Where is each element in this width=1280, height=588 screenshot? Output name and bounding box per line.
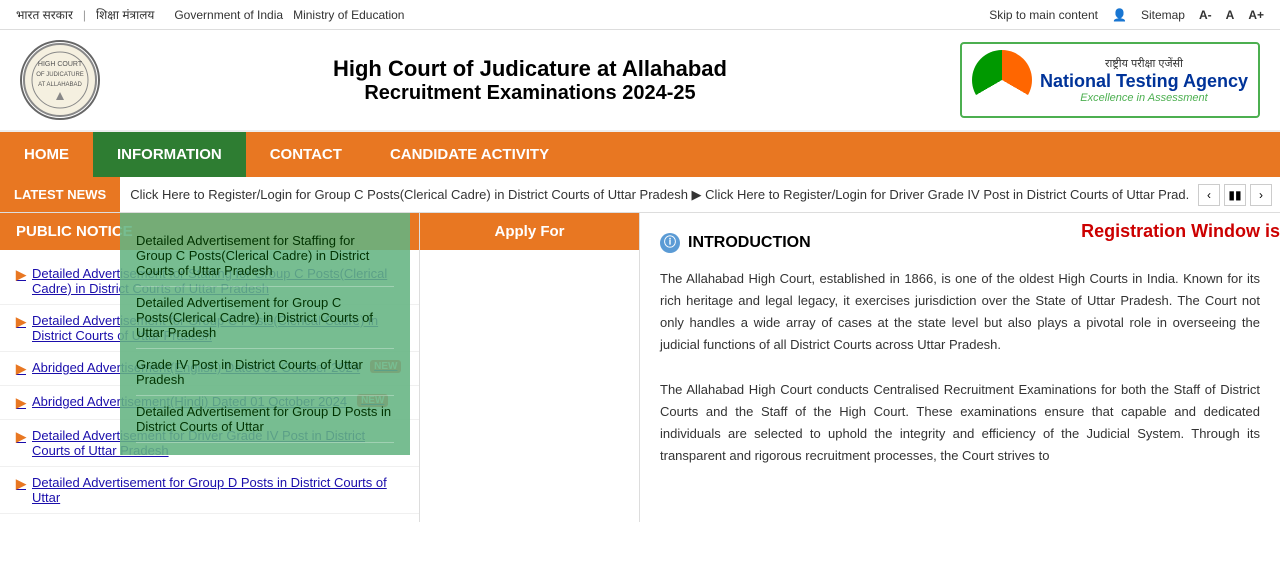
dropdown-item-1[interactable]: Detailed Advertisement for Group C Posts… xyxy=(136,287,394,349)
arrow-icon-2: ▶ xyxy=(16,361,26,377)
ticker-bar: LATEST NEWS Click Here to Register/Login… xyxy=(0,177,1280,213)
font-increase[interactable]: A+ xyxy=(1248,8,1264,22)
sep1: | xyxy=(83,8,86,22)
nta-english: National Testing Agency xyxy=(1040,71,1248,92)
sitemap-icon: 👤 xyxy=(1112,8,1127,22)
nav-home[interactable]: HOME xyxy=(0,132,93,177)
ticker-controls: ‹ ▮▮ › xyxy=(1190,184,1280,206)
nta-circle-logo xyxy=(972,50,1032,110)
ministry-hindi: शिक्षा मंत्रालय xyxy=(96,6,154,23)
dropdown-item-2[interactable]: Grade IV Post in District Courts of Utta… xyxy=(136,349,394,396)
ticker-prev[interactable]: ‹ xyxy=(1198,184,1220,206)
right-column: ⓘ INTRODUCTION The Allahabad High Court,… xyxy=(640,213,1280,522)
svg-text:HIGH COURT: HIGH COURT xyxy=(38,61,83,68)
nta-hindi: राष्ट्रीय परीक्षा एजेंसी xyxy=(1040,56,1248,71)
ticker-next[interactable]: › xyxy=(1250,184,1272,206)
arrow-icon-1: ▶ xyxy=(16,314,26,330)
dropdown-item-3[interactable]: Detailed Advertisement for Group D Posts… xyxy=(136,396,394,443)
main-nav: HOME INFORMATION CONTACT CANDIDATE ACTIV… xyxy=(0,132,1280,177)
ticker-content: Click Here to Register/Login for Group C… xyxy=(120,187,1190,203)
arrow-icon-5: ▶ xyxy=(16,476,26,492)
title-line2: Recruitment Examinations 2024-25 xyxy=(100,82,960,105)
intro-paragraph-1: The Allahabad High Court, established in… xyxy=(660,268,1260,356)
ticker-pause[interactable]: ▮▮ xyxy=(1224,184,1246,206)
intro-heading: INTRODUCTION xyxy=(688,229,811,256)
top-bar-right: Skip to main content 👤 Sitemap A- A A+ xyxy=(989,8,1264,22)
registration-banner: Registration Window is xyxy=(1081,213,1280,250)
dropdown-item-0[interactable]: Detailed Advertisement for Staffing for … xyxy=(136,225,394,287)
intro-text: The Allahabad High Court, established in… xyxy=(660,268,1260,467)
nav-information[interactable]: INFORMATION xyxy=(93,132,246,177)
nav-candidate-activity[interactable]: CANDIDATE ACTIVITY xyxy=(366,132,573,177)
info-icon: ⓘ xyxy=(660,233,680,253)
skip-to-main[interactable]: Skip to main content xyxy=(989,8,1098,22)
apply-for-header: Apply For xyxy=(420,213,639,250)
ticker-label: LATEST NEWS xyxy=(0,177,120,212)
dropdown-overlay: Detailed Advertisement for Staffing for … xyxy=(120,213,410,455)
sitemap-link[interactable]: Sitemap xyxy=(1141,8,1185,22)
font-decrease[interactable]: A- xyxy=(1199,8,1212,22)
arrow-icon-4: ▶ xyxy=(16,429,26,445)
title-line1: High Court of Judicature at Allahabad xyxy=(100,56,960,82)
intro-paragraph-2: The Allahabad High Court conducts Centra… xyxy=(660,379,1260,467)
gov-hindi: भारत सरकार xyxy=(16,6,73,23)
svg-text:AT ALLAHABAD: AT ALLAHABAD xyxy=(38,82,82,88)
main-area: Registration Window is PUBLIC NOTICE ▶ D… xyxy=(0,213,1280,522)
svg-text:OF JUDICATURE: OF JUDICATURE xyxy=(36,72,84,78)
nta-logo-block: राष्ट्रीय परीक्षा एजेंसी National Testin… xyxy=(960,42,1260,118)
center-column: Apply For xyxy=(420,213,640,522)
nav-contact[interactable]: CONTACT xyxy=(246,132,366,177)
ministry-english: Ministry of Education xyxy=(293,8,404,22)
sidebar-link-5[interactable]: ▶ Detailed Advertisement for Group D Pos… xyxy=(0,467,419,514)
font-normal[interactable]: A xyxy=(1226,8,1235,22)
sidebar-link-text-5: Detailed Advertisement for Group D Posts… xyxy=(32,475,403,505)
gov-english: Government of India xyxy=(174,8,283,22)
nta-tagline: Excellence in Assessment xyxy=(1040,92,1248,104)
arrow-icon-3: ▶ xyxy=(16,395,26,411)
site-header: HIGH COURT OF JUDICATURE AT ALLAHABAD Hi… xyxy=(0,30,1280,132)
header-title: High Court of Judicature at Allahabad Re… xyxy=(100,56,960,105)
top-bar: भारत सरकार | शिक्षा मंत्रालय Government … xyxy=(0,0,1280,30)
top-bar-left: भारत सरकार | शिक्षा मंत्रालय Government … xyxy=(16,6,404,23)
arrow-icon-0: ▶ xyxy=(16,267,26,283)
nta-text: राष्ट्रीय परीक्षा एजेंसी National Testin… xyxy=(1040,56,1248,104)
court-logo: HIGH COURT OF JUDICATURE AT ALLAHABAD xyxy=(20,40,100,120)
